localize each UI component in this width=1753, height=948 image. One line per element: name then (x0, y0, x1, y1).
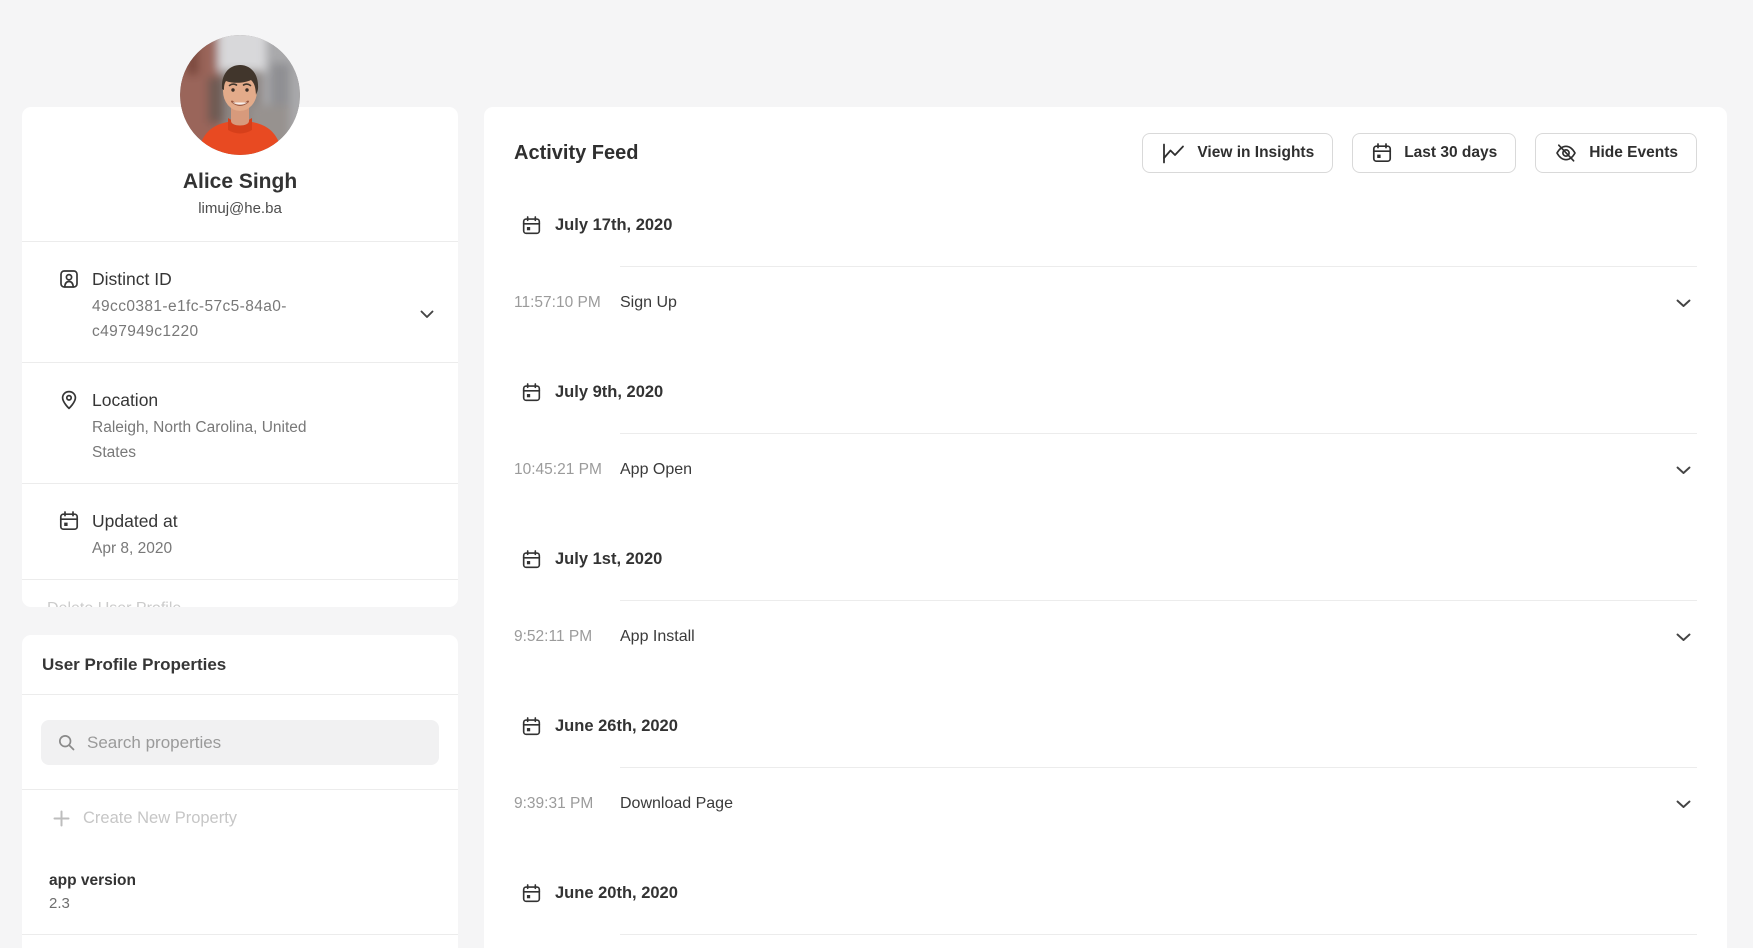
field-row-updated-at: Updated at Apr 8, 2020 (22, 483, 458, 579)
button-label: Hide Events (1589, 144, 1678, 162)
calendar-icon (521, 716, 542, 737)
event-row[interactable]: 9:52:11 PM App Install (514, 600, 1697, 674)
properties-search-section (22, 694, 458, 789)
plus-icon (53, 810, 70, 827)
activity-feed-card: Activity Feed View in Insights Last 30 d… (484, 107, 1727, 948)
chevron-down-icon[interactable] (1676, 299, 1691, 308)
chevron-down-icon[interactable] (1676, 800, 1691, 809)
search-properties-input[interactable] (87, 733, 423, 753)
feed-group: July 9th, 2020 10:45:21 PM App Open (514, 340, 1697, 507)
eye-off-icon (1554, 142, 1578, 164)
chevron-down-icon[interactable] (1676, 633, 1691, 642)
event-name: Download Page (620, 794, 1676, 814)
field-label: Distinct ID (92, 268, 287, 290)
calendar-icon (521, 549, 542, 570)
date-label: June 26th, 2020 (555, 715, 678, 737)
date-header: July 9th, 2020 (514, 340, 1697, 433)
profile-email: limuj@he.ba (42, 199, 438, 219)
search-icon (57, 733, 76, 752)
property-name: app version (49, 870, 438, 892)
event-row[interactable]: 10:45:21 PM App Open (514, 433, 1697, 507)
feed-group: June 26th, 2020 9:39:31 PM Download Page (514, 674, 1697, 841)
event-time: 10:45:21 PM (514, 460, 620, 480)
profile-name: Alice Singh (42, 169, 438, 195)
calendar-icon (1371, 142, 1393, 164)
date-header: July 1st, 2020 (514, 507, 1697, 600)
date-header: June 26th, 2020 (514, 674, 1697, 767)
event-name: App Open (620, 460, 1676, 480)
field-row-location: Location Raleigh, North Carolina, United… (22, 362, 458, 483)
left-sidebar: Alice Singh limuj@he.ba Distinct ID 49cc… (22, 0, 458, 948)
view-in-insights-button[interactable]: View in Insights (1142, 133, 1333, 173)
property-item-app-version[interactable]: app version 2.3 (22, 858, 458, 935)
chevron-down-icon[interactable] (1676, 466, 1691, 475)
properties-title: User Profile Properties (22, 635, 458, 694)
event-time: 11:57:10 PM (514, 293, 620, 313)
event-row[interactable]: 9:39:31 PM Download Page (514, 767, 1697, 841)
field-row-distinct-id: Distinct ID 49cc0381-e1fc-57c5-84a0- c49… (22, 241, 458, 362)
activity-feed-header: Activity Feed View in Insights Last 30 d… (514, 133, 1697, 173)
delete-user-profile-button[interactable]: Delete User Profile (47, 600, 181, 607)
delete-profile-row: Delete User Profile (22, 579, 458, 607)
date-label: July 9th, 2020 (555, 381, 663, 403)
field-value-updated-at: Apr 8, 2020 (92, 536, 178, 561)
date-label: July 17th, 2020 (555, 214, 672, 236)
event-row[interactable] (514, 934, 1697, 948)
calendar-icon (521, 215, 542, 236)
calendar-icon (521, 883, 542, 904)
search-box[interactable] (41, 720, 439, 765)
button-label: View in Insights (1197, 144, 1314, 162)
calendar-icon (521, 382, 542, 403)
avatar (180, 35, 300, 155)
field-label: Location (92, 389, 342, 411)
event-row[interactable]: 11:57:10 PM Sign Up (514, 266, 1697, 340)
feed-group: June 20th, 2020 (514, 841, 1697, 948)
field-value-distinct-id: 49cc0381-e1fc-57c5-84a0- c497949c1220 (92, 294, 287, 344)
event-name: App Install (620, 627, 1676, 647)
date-header: June 20th, 2020 (514, 841, 1697, 934)
location-pin-icon (58, 389, 80, 411)
date-header: July 17th, 2020 (514, 173, 1697, 266)
button-label: Last 30 days (1404, 144, 1497, 162)
activity-feed-title: Activity Feed (514, 142, 638, 165)
event-time: 9:39:31 PM (514, 794, 620, 814)
id-card-icon (58, 268, 80, 290)
date-label: July 1st, 2020 (555, 548, 662, 570)
event-name: Sign Up (620, 293, 1676, 313)
profile-card: Alice Singh limuj@he.ba Distinct ID 49cc… (22, 107, 458, 607)
field-label: Updated at (92, 510, 178, 532)
event-time: 9:52:11 PM (514, 627, 620, 647)
feed-buttons: View in Insights Last 30 days (1142, 133, 1697, 173)
last-30-days-button[interactable]: Last 30 days (1352, 133, 1516, 173)
chevron-down-icon[interactable] (420, 310, 434, 319)
date-label: June 20th, 2020 (555, 882, 678, 904)
calendar-icon (58, 510, 80, 532)
feed-group: July 17th, 2020 11:57:10 PM Sign Up (514, 173, 1697, 340)
profile-properties-card: User Profile Properties Create New Prope… (22, 635, 458, 948)
hide-events-button[interactable]: Hide Events (1535, 133, 1697, 173)
feed-group: July 1st, 2020 9:52:11 PM App Install (514, 507, 1697, 674)
create-new-property-button[interactable]: Create New Property (22, 789, 458, 858)
line-chart-icon (1161, 143, 1186, 164)
field-value-location: Raleigh, North Carolina, United States (92, 415, 342, 465)
create-new-property-label: Create New Property (83, 808, 237, 828)
property-value: 2.3 (49, 893, 438, 915)
